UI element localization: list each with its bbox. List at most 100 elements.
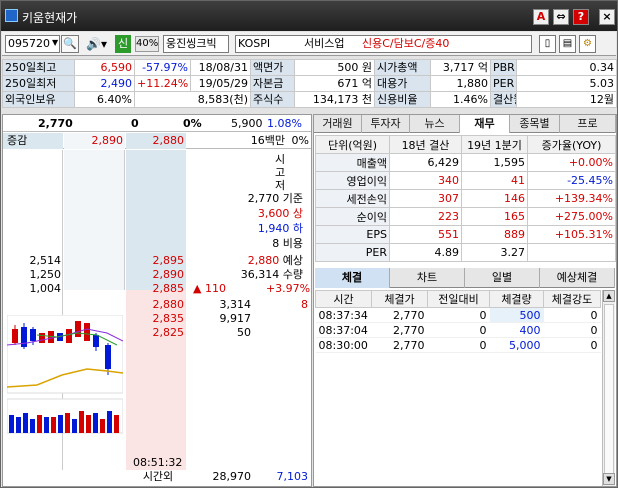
credit-badge: 신 [115, 35, 131, 53]
finance-row: 매출액 6,429 1,595 +0.00% [315, 153, 616, 172]
bid-price[interactable]: 2,890 [126, 268, 185, 281]
copy-icon[interactable]: ▯ [539, 35, 556, 53]
vert-char: 시 [274, 153, 286, 166]
info-row: 3,600 상 [213, 207, 303, 220]
summary-value: 1.46% [430, 91, 491, 108]
app-icon [5, 9, 18, 22]
title-bar[interactable]: 키움현재가 A ⇔ ? × [1, 1, 617, 31]
trade-strength: 0 [543, 322, 601, 338]
candle [12, 329, 18, 343]
tab-by-stock[interactable]: 종목별 [510, 115, 560, 133]
trade-time: 08:51:32 [133, 456, 183, 469]
info-label: 상 [292, 207, 303, 220]
trade-price: 2,770 [371, 307, 428, 323]
finance-row: 세전손익 307 146 +139.34% [315, 189, 616, 208]
finance-value: 6,429 [389, 153, 462, 172]
credit-label: 신용C/담보C/증40 [362, 37, 450, 50]
summary-label: 신용비율 [374, 91, 431, 108]
bid-price[interactable]: 2,895 [126, 254, 185, 267]
trade-scrollbar[interactable]: ▲ ▼ [602, 290, 615, 486]
expected-value: ▲ 110 [193, 282, 226, 295]
help-button[interactable]: ? [573, 9, 589, 25]
summary-label[interactable]: PER [490, 75, 517, 92]
info-panel: 거래원 투자자 뉴스 재무 종목별 프로 단위(억원) 18년 결산 19년 1… [313, 114, 617, 487]
expected-row: ▲ 110 +3.97% [193, 282, 310, 295]
toolbar: 095720 ▼ 🔍 🔊▾ 신 40% 웅진씽크빅 KOSPI 서비스업 신용C… [2, 32, 616, 56]
finance-value: 889 [461, 225, 528, 244]
tab-broker[interactable]: 거래원 [314, 115, 362, 133]
bid-price[interactable]: 2,885 [126, 282, 185, 295]
candle [39, 333, 45, 343]
finance-hdr-col: 18년 결산 [389, 135, 462, 154]
code-dropdown-icon[interactable]: ▼ [52, 35, 60, 53]
change-pct: 0% [183, 117, 202, 130]
trade-row[interactable]: 08:37:04 2,770 0 400 0 [315, 322, 601, 338]
finance-row: EPS 551 889 +105.31% [315, 225, 616, 244]
scroll-thumb[interactable] [604, 304, 614, 474]
font-size-button[interactable]: A [533, 9, 549, 25]
tab-investor[interactable]: 투자자 [362, 115, 410, 133]
close-button[interactable]: × [599, 9, 615, 25]
stock-info-box: KOSPI 서비스업 신용C/담보C/증40 [235, 35, 532, 53]
trade-tabs: 체결 차트 일별 예상체결 [315, 268, 615, 288]
summary-value: 1,880 [430, 75, 491, 92]
info-value: 8 [272, 237, 280, 250]
margin-rate-badge: 40% [135, 36, 159, 52]
trade-diff: 0 [427, 337, 490, 353]
settings-icon[interactable]: ⚙ [579, 35, 596, 53]
summary-label[interactable]: 250일최저 [2, 75, 75, 92]
info-label: 비용 [282, 237, 303, 250]
ask-qty: 3,314 [219, 298, 252, 311]
col-change: 증감 [3, 133, 63, 149]
tab-finance[interactable]: 재무 [460, 115, 510, 133]
tab-daily[interactable]: 일별 [465, 268, 540, 288]
speaker-button[interactable]: 🔊▾ [86, 36, 112, 52]
info-value: 1,940 [257, 222, 290, 235]
tab-news[interactable]: 뉴스 [410, 115, 460, 133]
scroll-down-icon[interactable]: ▼ [603, 473, 615, 485]
finance-value: 223 [389, 207, 462, 226]
search-button[interactable]: 🔍 [61, 35, 79, 53]
candle [93, 335, 99, 347]
summary-row: 250일최저 2,490 +11.24% 19/05/29 자본금 671 억 … [2, 75, 617, 92]
summary-label[interactable]: PBR [490, 59, 517, 76]
ask-price[interactable]: 2,835 [126, 312, 185, 325]
trade-row[interactable]: 08:30:00 2,770 0 5,000 0 [315, 337, 601, 353]
info-label: 기준 [282, 192, 303, 205]
tab-program[interactable]: 프로 [560, 115, 616, 133]
tab-chart[interactable]: 차트 [390, 268, 465, 288]
summary-date: 18/08/31 [190, 59, 251, 76]
scroll-up-icon[interactable]: ▲ [603, 290, 615, 302]
summary-label: 대용가 [374, 75, 431, 92]
mini-price-chart[interactable] [7, 315, 123, 435]
candle [75, 321, 81, 337]
memo-icon[interactable]: ▤ [559, 35, 576, 53]
price-change: 0 [131, 117, 139, 130]
finance-value: 41 [461, 171, 528, 190]
summary-value: 2,490 [74, 75, 135, 92]
trade-row[interactable]: 08:37:34 2,770 0 500 0 [315, 307, 601, 323]
tab-trades[interactable]: 체결 [315, 268, 390, 288]
finance-header: 단위(억원) 18년 결산 19년 1분기 증가율(YOY) [315, 135, 616, 154]
ask-price[interactable]: 2,880 [126, 298, 185, 311]
info-row: 1,940 하 [213, 222, 303, 235]
tab-expected[interactable]: 예상체결 [540, 268, 615, 288]
after-hours-label: 시간외 [142, 470, 174, 483]
summary-label[interactable]: 250일최고 [2, 59, 75, 76]
info-tabs: 거래원 투자자 뉴스 재무 종목별 프로 [314, 115, 616, 133]
finance-growth: -25.45% [527, 171, 616, 190]
expected-label: 예상 [282, 254, 303, 267]
market-label: KOSPI [238, 37, 271, 50]
trade-qty: 5,000 [489, 337, 544, 353]
expected-label: +3.97% [265, 282, 311, 295]
finance-label: 영업이익 [315, 171, 390, 190]
finance-growth: +0.00% [527, 153, 616, 172]
summary-pct: +11.24% [134, 75, 191, 92]
summary-pct: 8,583(천) [134, 91, 251, 108]
finance-growth [527, 243, 616, 262]
pin-button[interactable]: ⇔ [553, 9, 569, 25]
ask-price[interactable]: 2,825 [126, 326, 185, 339]
finance-growth: +105.31% [527, 225, 616, 244]
summary-value: 5.03 [516, 75, 617, 92]
summary-value: 671 억 [294, 75, 375, 92]
